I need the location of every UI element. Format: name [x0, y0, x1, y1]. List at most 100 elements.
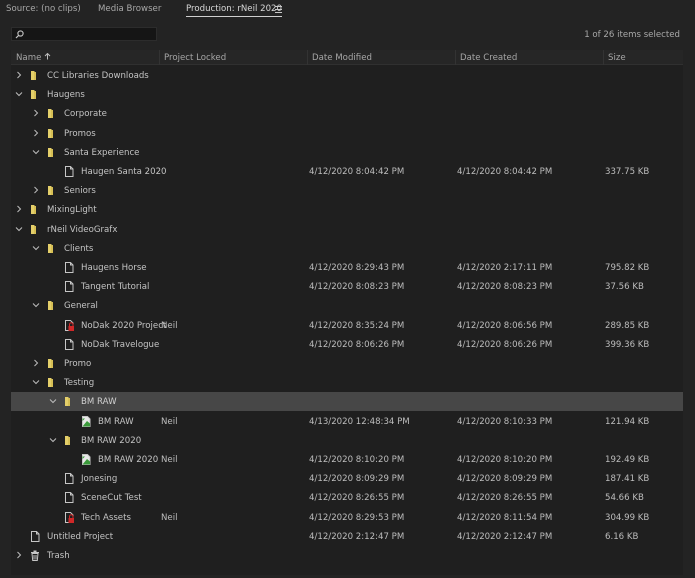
- date-modified: 4/12/2020 8:29:43 PM: [309, 263, 405, 273]
- chevron-down-icon[interactable]: [32, 148, 40, 156]
- panel-menu-icon[interactable]: [275, 6, 282, 13]
- chevron-right-icon[interactable]: [32, 359, 40, 367]
- item-name: Tangent Tutorial: [81, 282, 150, 293]
- panel-tab-bar: Source: (no clips) Media Browser Product…: [0, 0, 695, 18]
- project-row[interactable]: Jonesing 4/12/2020 8:09:29 PM 4/12/2020 8:…: [11, 469, 683, 488]
- column-divider[interactable]: [159, 50, 160, 65]
- item-name: Promo: [64, 359, 92, 369]
- trash-icon: [30, 550, 40, 561]
- date-created: 4/12/2020 8:06:26 PM: [457, 339, 553, 350]
- column-divider[interactable]: [455, 50, 456, 65]
- item-name: BM RAW: [81, 397, 117, 408]
- chevron-down-icon[interactable]: [49, 436, 57, 444]
- project-file-icon: [64, 473, 74, 485]
- chevron-down-icon[interactable]: [32, 244, 40, 252]
- date-modified: 4/13/2020 12:48:34 PM: [309, 416, 410, 427]
- project-row[interactable]: Tangent Tutorial 4/12/2020 8:08:23 PM 4/12…: [11, 277, 683, 296]
- item-name: BM RAW 2020: [81, 435, 142, 446]
- bin-row[interactable]: Trash: [11, 546, 683, 565]
- item-name: Seniors: [64, 186, 96, 197]
- item-name: Untitled Project: [47, 531, 114, 542]
- tab-source[interactable]: Source: (no clips): [6, 4, 81, 14]
- date-modified: 4/12/2020 8:35:24 PM: [309, 320, 405, 331]
- folder-icon: [47, 128, 57, 139]
- bin-row[interactable]: Haugens: [11, 85, 683, 104]
- chevron-right-icon[interactable]: [15, 551, 23, 559]
- project-row[interactable]: Haugens Horse 4/12/2020 8:29:43 PM 4/12/20…: [11, 258, 683, 277]
- chevron-right-icon[interactable]: [15, 205, 23, 213]
- bin-row[interactable]: rNeil VideoGrafx: [11, 220, 683, 239]
- column-name[interactable]: Name: [16, 52, 51, 63]
- sort-ascending-icon: [45, 52, 51, 60]
- locked-project-icon: [64, 511, 74, 523]
- chevron-right-icon[interactable]: [32, 186, 40, 194]
- folder-icon: [47, 185, 57, 196]
- date-modified: 4/12/2020 8:04:42 PM: [309, 167, 405, 177]
- bin-row[interactable]: BM RAW: [11, 392, 683, 412]
- bin-row[interactable]: Promos: [11, 124, 683, 143]
- project-file-icon: [64, 262, 74, 273]
- project-locked-by: Neil: [161, 320, 178, 331]
- date-modified: 4/12/2020 8:10:20 PM: [309, 455, 405, 465]
- tab-media-browser[interactable]: Media Browser: [98, 4, 161, 14]
- bin-row[interactable]: Corporate: [11, 104, 683, 123]
- item-name: Tech Assets: [81, 512, 131, 523]
- project-row[interactable]: BM RAW 2020 Neil 4/12/2020 8:10:20 PM 4/12/…: [11, 450, 683, 469]
- item-name: Haugens Horse: [81, 263, 147, 273]
- project-row[interactable]: BM RAW Neil 4/13/2020 12:48:34 PM 4/12/2020…: [11, 412, 683, 431]
- column-size[interactable]: Size: [608, 53, 626, 63]
- file-size: 121.94 KB: [605, 416, 650, 427]
- chevron-down-icon[interactable]: [49, 397, 57, 405]
- file-size: 399.36 KB: [605, 339, 650, 350]
- bin-row[interactable]: BM RAW 2020: [11, 431, 683, 450]
- date-modified: 4/12/2020 8:26:55 PM: [309, 493, 405, 504]
- bin-row[interactable]: MixingLight: [11, 200, 683, 219]
- item-name: MixingLight: [47, 205, 97, 216]
- locked-project-icon: [64, 319, 74, 331]
- active-tab-indicator: [186, 16, 282, 17]
- project-row[interactable]: Untitled Project 4/12/2020 2:12:47 PM 4/12…: [11, 527, 683, 546]
- chevron-right-icon[interactable]: [32, 129, 40, 137]
- item-name: NoDak 2020 Project: [81, 320, 167, 331]
- bin-row[interactable]: Seniors: [11, 181, 683, 200]
- chevron-down-icon[interactable]: [15, 90, 23, 98]
- chevron-down-icon[interactable]: [32, 378, 40, 386]
- date-created: 4/12/2020 8:06:56 PM: [457, 320, 553, 331]
- column-divider[interactable]: [307, 50, 308, 65]
- search-field[interactable]: [11, 27, 157, 41]
- column-divider[interactable]: [603, 50, 604, 65]
- bin-row[interactable]: Clients: [11, 239, 683, 258]
- column-project-locked[interactable]: Project Locked: [164, 53, 226, 63]
- bin-row[interactable]: Santa Experience: [11, 143, 683, 162]
- file-size: 37.56 KB: [605, 282, 644, 293]
- open-project-icon: [81, 454, 91, 465]
- project-row[interactable]: NoDak 2020 Project Neil 4/12/2020 8:35:24 …: [11, 316, 683, 335]
- column-date-modified[interactable]: Date Modified: [312, 53, 372, 63]
- chevron-down-icon[interactable]: [15, 225, 23, 233]
- project-row[interactable]: Tech Assets Neil 4/12/2020 8:29:53 PM 4/12/…: [11, 508, 683, 527]
- project-row[interactable]: Haugen Santa 2020 4/12/2020 8:04:42 PM 4/1…: [11, 162, 683, 181]
- open-project-icon: [81, 415, 91, 427]
- date-created: 4/12/2020 2:12:47 PM: [457, 531, 553, 542]
- file-size: 337.75 KB: [605, 167, 650, 177]
- bin-row[interactable]: Promo: [11, 354, 683, 373]
- bin-row[interactable]: Testing: [11, 373, 683, 392]
- chevron-down-icon[interactable]: [32, 301, 40, 309]
- project-row[interactable]: SceneCut Test 4/12/2020 8:26:55 PM 4/12/20…: [11, 488, 683, 507]
- bin-row[interactable]: General: [11, 296, 683, 315]
- chevron-right-icon[interactable]: [32, 109, 40, 117]
- column-date-created[interactable]: Date Created: [460, 53, 517, 63]
- search-input[interactable]: [26, 28, 154, 40]
- item-name: Clients: [64, 243, 94, 254]
- tab-production[interactable]: Production: rNeil 2020: [186, 4, 282, 14]
- date-modified: 4/12/2020 2:12:47 PM: [309, 531, 405, 542]
- chevron-right-icon[interactable]: [15, 71, 23, 79]
- item-name: Promos: [64, 128, 96, 139]
- folder-icon: [30, 70, 40, 81]
- item-name: Jonesing: [81, 474, 118, 485]
- folder-icon: [64, 435, 74, 446]
- folder-icon: [47, 147, 57, 158]
- folder-icon: [30, 224, 40, 235]
- bin-row[interactable]: CC Libraries Downloads: [11, 66, 683, 85]
- project-row[interactable]: NoDak Travelogue 4/12/2020 8:06:26 PM 4/12…: [11, 335, 683, 354]
